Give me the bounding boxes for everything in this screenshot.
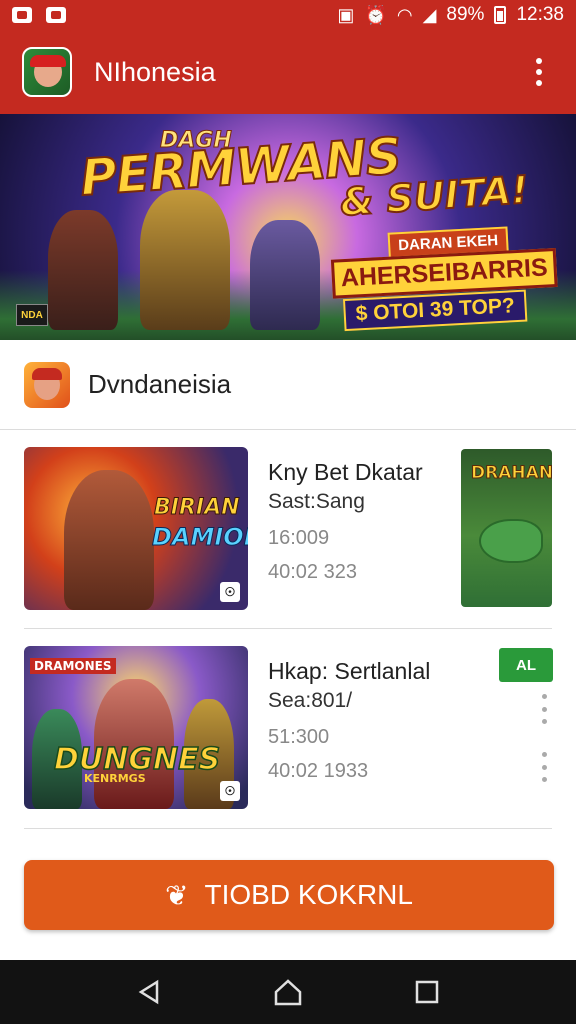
section-header[interactable]: Dvndaneisia [0,340,576,430]
dinosaur-image [479,519,543,563]
signal-icon: ◢ [422,5,437,25]
section-game-icon [24,361,70,408]
hero-promo-panel: DARAN EKEH AHERSEIBARRIS $ OTOI 39 TOP? [330,224,558,332]
app-screen: ▣ ⏰ ◠ ◢ 89% 12:38 NIhonesia DAGH PERMWAN… [0,0,576,1024]
app-title: NIhonesia [94,56,216,87]
dot-icon [541,706,547,712]
dot-icon [541,777,547,782]
item-stat: 51:300 [268,726,330,748]
app-bar: NIhonesia [0,30,576,114]
controller-icon: ☉ [220,582,240,602]
vibrate-icon: ▣ [337,5,355,25]
divider [24,628,552,629]
status-bar: ▣ ⏰ ◠ ◢ 89% 12:38 [0,0,576,30]
clock: 12:38 [516,4,564,25]
thumbnail-subtitle: KENRMGS [84,772,146,785]
back-button[interactable] [129,972,169,1012]
gamepad-icon: ❦ [165,879,189,911]
alarm-icon: ⏰ [364,5,387,25]
item-more-button[interactable] [538,752,550,782]
recents-button[interactable] [407,972,447,1012]
app-logo-icon[interactable] [22,47,72,97]
home-button[interactable] [268,972,308,1012]
hero-character-left [48,210,118,330]
hero-character-center [140,190,230,330]
hero-banner[interactable]: DAGH PERMWANS & SUITA! DARAN EKEH AHERSE… [0,114,576,340]
item-date: 40:02 323 [268,561,357,583]
hero-character-right [250,220,320,330]
notification-icon [12,7,32,23]
dot-icon [536,69,542,75]
status-left [12,7,66,23]
thumbnail-banner: DRAMONES [30,658,116,674]
item-more-button[interactable] [538,694,550,724]
dot-icon [541,694,547,699]
hero-corner-logo: NDA [16,304,48,326]
home-icon [274,979,302,1006]
primary-action-button[interactable]: ❦ TIOBD KOKRNL [24,860,554,930]
item-subtitle: Sast:Sang [268,490,365,513]
battery-percent: 89% [446,4,485,25]
recents-icon [415,980,438,1004]
item-thumbnail[interactable]: DRAMONES DUNGNES KENRMGS ☉ [24,646,248,809]
thumbnail-title-bottom: DAMION [152,523,248,552]
dot-icon [541,752,547,757]
dot-icon [536,58,542,64]
item-thumbnail[interactable]: BIRIAN DAMION ☉ [24,447,248,610]
install-badge[interactable]: AL [499,648,553,682]
wifi-icon: ◠ [396,5,413,25]
battery-icon [494,6,507,24]
side-thumbnail-title: DRAHAN [471,463,552,484]
list-item[interactable]: BIRIAN DAMION ☉ Kny Bet Dkatar Sast:Sang… [24,447,552,611]
item-side-thumbnail[interactable]: DRAHAN [461,449,552,607]
list-item[interactable]: DRAMONES DUNGNES KENRMGS ☉ Hkap: Sertlan… [24,646,553,810]
overflow-menu-button[interactable] [524,52,554,92]
divider [24,828,552,829]
item-title: Hkap: Sertlanlal [268,658,431,684]
thumbnail-character [64,470,154,610]
item-title: Kny Bet Dkatar [268,459,423,485]
item-info: Hkap: Sertlanlal Sea:801/ 51:300 40:02 1… [268,656,468,788]
section-title: Dvndaneisia [88,369,232,399]
item-date: 40:02 1933 [268,760,369,782]
system-nav-bar [0,960,576,1024]
thumbnail-title-top: BIRIAN [154,495,241,521]
item-stat: 16:009 [268,527,330,549]
message-icon [46,7,66,23]
dot-icon [536,80,542,86]
status-right: ▣ ⏰ ◠ ◢ 89% 12:38 [337,4,564,26]
controller-icon: ☉ [220,781,240,801]
dot-icon [541,719,547,724]
item-subtitle: Sea:801/ [268,689,353,712]
item-info: Kny Bet Dkatar Sast:Sang 16:009 40:02 32… [268,457,468,589]
back-icon [138,979,159,1005]
dot-icon [541,764,547,770]
primary-action-label: TIOBD KOKRNL [204,879,413,910]
